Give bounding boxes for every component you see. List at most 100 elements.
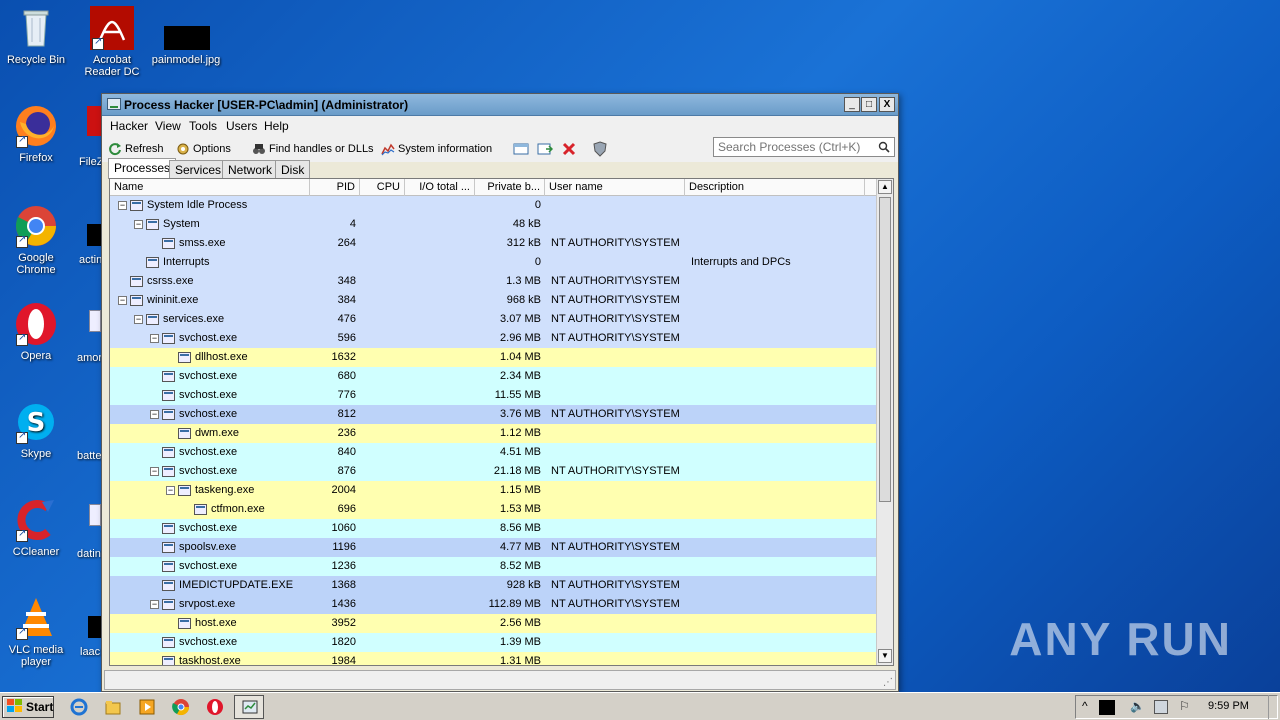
- find-handles-button[interactable]: Find handles or DLLs: [252, 140, 374, 158]
- column-pid[interactable]: PID: [310, 179, 360, 196]
- table-row[interactable]: svchost.exe 1820 1.39 MB: [110, 633, 877, 652]
- table-row[interactable]: taskhost.exe 1984 1.31 MB: [110, 652, 877, 665]
- clock[interactable]: 9:59 PM: [1208, 700, 1249, 712]
- desktop-icon-laac[interactable]: laac: [80, 616, 102, 658]
- start-button[interactable]: Start: [2, 696, 54, 718]
- expand-collapse-toggle[interactable]: −: [118, 200, 127, 210]
- menu-view[interactable]: View: [155, 119, 181, 133]
- table-row[interactable]: − taskeng.exe 2004 1.15 MB: [110, 481, 877, 500]
- table-row[interactable]: spoolsv.exe 1196 4.77 MB NT AUTHORITY\SYSTE…: [110, 538, 877, 557]
- menu-hacker[interactable]: Hacker: [110, 119, 148, 133]
- column-description[interactable]: Description: [685, 179, 865, 196]
- menu-users[interactable]: Users: [226, 119, 257, 133]
- explorer-icon[interactable]: [104, 698, 122, 716]
- expand-collapse-toggle[interactable]: −: [150, 409, 159, 419]
- process-tree-list[interactable]: Name PID CPU I/O total ... Private b... …: [109, 178, 894, 666]
- desktop-icon-vlc[interactable]: VLC media player: [0, 596, 72, 668]
- table-row[interactable]: svchost.exe 776 11.55 MB: [110, 386, 877, 405]
- table-row[interactable]: svchost.exe 840 4.51 MB: [110, 443, 877, 462]
- table-row[interactable]: host.exe 3952 2.56 MB: [110, 614, 877, 633]
- window-go-icon[interactable]: [537, 140, 553, 158]
- system-information-button[interactable]: System information: [381, 140, 492, 158]
- table-row[interactable]: svchost.exe 1060 8.56 MB: [110, 519, 877, 538]
- scroll-down-button[interactable]: ▼: [878, 649, 892, 663]
- table-row[interactable]: − srvpost.exe 1436 112.89 MB NT AUTHORITY\SY…: [110, 595, 877, 614]
- table-row[interactable]: Interrupts 0 Interrupts and DPCs: [110, 253, 877, 272]
- desktop-icon-amor[interactable]: amor: [77, 310, 102, 364]
- table-row[interactable]: smss.exe 264 312 kB NT AUTHORITY\SYSTEM: [110, 234, 877, 253]
- tab-processes[interactable]: Processes: [108, 158, 177, 179]
- close-button[interactable]: X: [879, 97, 895, 112]
- desktop-icon-opera[interactable]: Opera: [0, 302, 72, 362]
- column-name[interactable]: Name: [110, 179, 310, 196]
- scroll-up-button[interactable]: ▲: [878, 180, 892, 194]
- desktop-icon-datin[interactable]: datin: [77, 504, 101, 560]
- terminate-icon[interactable]: [562, 140, 576, 158]
- tab-network[interactable]: Network: [222, 160, 279, 178]
- table-row[interactable]: svchost.exe 680 2.34 MB: [110, 367, 877, 386]
- refresh-button[interactable]: Refresh: [108, 140, 164, 158]
- expand-collapse-toggle[interactable]: −: [134, 314, 143, 324]
- desktop-icon-firefox[interactable]: Firefox: [0, 104, 72, 164]
- vertical-scrollbar[interactable]: ▲ ▼: [876, 179, 893, 665]
- media-player-icon[interactable]: [138, 698, 156, 716]
- expand-collapse-toggle[interactable]: −: [150, 333, 159, 343]
- expand-collapse-toggle[interactable]: −: [150, 466, 159, 476]
- table-row[interactable]: − wininit.exe 384 968 kB NT AUTHORITY\SYSTEM: [110, 291, 877, 310]
- minimize-button[interactable]: _: [844, 97, 860, 112]
- desktop-icon-actin[interactable]: actin: [79, 224, 102, 266]
- options-button[interactable]: Options: [176, 140, 231, 158]
- shield-icon[interactable]: [593, 140, 607, 158]
- expand-collapse-toggle[interactable]: −: [150, 599, 159, 609]
- process-hacker-taskbar-button[interactable]: [234, 695, 264, 719]
- private-bytes-cell: 2.56 MB: [500, 617, 541, 629]
- table-row[interactable]: IMEDICTUPDATE.EXE 1368 928 kB NT AUTHORITY\…: [110, 576, 877, 595]
- expand-collapse-toggle[interactable]: −: [134, 219, 143, 229]
- column-cpu[interactable]: CPU: [360, 179, 405, 196]
- scroll-thumb[interactable]: [879, 197, 891, 502]
- desktop-icon-batte[interactable]: batte: [77, 450, 101, 462]
- table-row[interactable]: − svchost.exe 596 2.96 MB NT AUTHORITY\SYSTE…: [110, 329, 877, 348]
- desktop-icon-chrome[interactable]: Google Chrome: [0, 204, 72, 276]
- column-io-total[interactable]: I/O total ...: [405, 179, 475, 196]
- menu-tools[interactable]: Tools: [189, 119, 217, 133]
- table-row[interactable]: svchost.exe 1236 8.52 MB: [110, 557, 877, 576]
- desktop-icon-filezilla[interactable]: FileZ: [79, 106, 103, 168]
- chrome-taskbar-icon[interactable]: [172, 698, 190, 716]
- tray-app-icon[interactable]: [1099, 700, 1115, 715]
- desktop-icon-skype[interactable]: S Skype: [0, 400, 72, 460]
- table-row[interactable]: dwm.exe 236 1.12 MB: [110, 424, 877, 443]
- show-desktop-button[interactable]: [1268, 695, 1278, 719]
- table-row[interactable]: − svchost.exe 876 21.18 MB NT AUTHORITY\SYST…: [110, 462, 877, 481]
- maximize-button[interactable]: □: [861, 97, 877, 112]
- volume-icon[interactable]: 🔈: [1130, 699, 1145, 713]
- table-row[interactable]: dllhost.exe 1632 1.04 MB: [110, 348, 877, 367]
- column-private-bytes[interactable]: Private b...: [475, 179, 545, 196]
- expand-collapse-toggle[interactable]: −: [118, 295, 127, 305]
- desktop-icon-ccleaner[interactable]: CCleaner: [0, 498, 72, 558]
- table-row[interactable]: csrss.exe 348 1.3 MB NT AUTHORITY\SYSTEM: [110, 272, 877, 291]
- search-processes-input[interactable]: [713, 137, 895, 157]
- table-row[interactable]: − System Idle Process 0: [110, 196, 877, 215]
- menu-help[interactable]: Help: [264, 119, 289, 133]
- expand-collapse-toggle[interactable]: −: [166, 485, 175, 495]
- show-hidden-icons-button[interactable]: ^: [1082, 699, 1088, 713]
- desktop-icon-painmodel[interactable]: painmodel.jpg: [150, 6, 222, 66]
- table-row[interactable]: − svchost.exe 812 3.76 MB NT AUTHORITY\SYSTE…: [110, 405, 877, 424]
- table-row[interactable]: ctfmon.exe 696 1.53 MB: [110, 500, 877, 519]
- window-icon[interactable]: [513, 140, 529, 158]
- pid-cell: 384: [337, 294, 356, 306]
- desktop-icon-acrobat[interactable]: Acrobat Reader DC: [76, 6, 148, 78]
- table-row[interactable]: − services.exe 476 3.07 MB NT AUTHORITY\SYST…: [110, 310, 877, 329]
- network-icon[interactable]: [1154, 700, 1168, 714]
- table-row[interactable]: − System 4 48 kB: [110, 215, 877, 234]
- title-bar[interactable]: Process Hacker [USER-PC\admin] (Administ…: [102, 94, 898, 116]
- column-user-name[interactable]: User name: [545, 179, 685, 196]
- opera-taskbar-icon[interactable]: [206, 698, 224, 716]
- tab-services[interactable]: Services: [169, 160, 228, 178]
- resize-grip-icon[interactable]: ⋰: [883, 677, 893, 688]
- ie-icon[interactable]: [70, 698, 88, 716]
- tab-disk[interactable]: Disk: [275, 160, 311, 178]
- action-center-flag-icon[interactable]: ⚐: [1179, 699, 1190, 713]
- desktop-icon-recycle-bin[interactable]: Recycle Bin: [0, 6, 72, 66]
